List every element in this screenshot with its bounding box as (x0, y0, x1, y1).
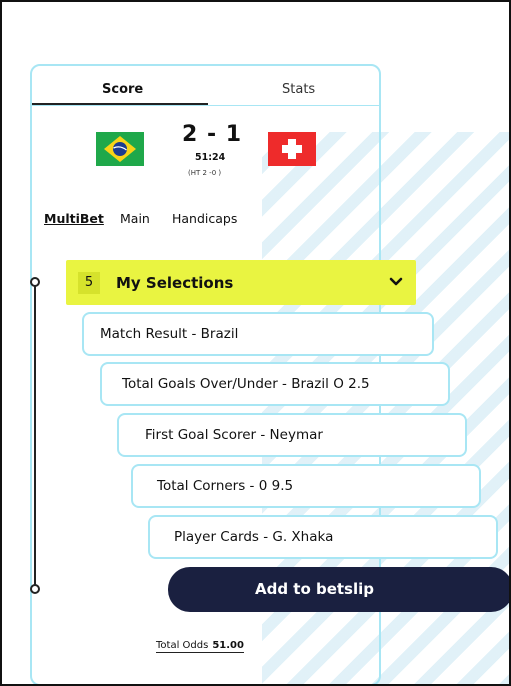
brazil-flag-icon (96, 132, 144, 166)
add-to-betslip-button[interactable]: Add to betslip (168, 567, 509, 612)
selection-item[interactable]: Match Result - Brazil (82, 312, 434, 356)
selection-label: Total Corners - 0 9.5 (157, 478, 294, 494)
top-tabs: Score Stats (32, 66, 379, 106)
total-odds-value: 51.00 (212, 640, 244, 651)
selection-item[interactable]: First Goal Scorer - Neymar (117, 413, 467, 457)
tab-handicaps[interactable]: Handicaps (172, 211, 237, 226)
selection-label: Match Result - Brazil (100, 326, 239, 342)
total-odds: Total Odds 51.00 (156, 640, 244, 653)
half-time-score: (HT 2 -0 ) (188, 169, 222, 177)
tab-stats[interactable]: Stats (282, 82, 315, 97)
tab-active-underline (32, 103, 208, 105)
switzerland-flag-icon (268, 132, 316, 166)
selections-timeline (34, 282, 36, 592)
screen-frame: Score Stats 2 - 1 51:24 (HT 2 -0 ) Multi… (0, 0, 511, 686)
my-selections-header[interactable]: 5 My Selections (66, 260, 416, 305)
add-to-betslip-label: Add to betslip (254, 580, 375, 598)
my-selections-title: My Selections (116, 274, 234, 292)
match-clock: 51:24 (195, 152, 226, 163)
tab-multibet[interactable]: MultiBet (44, 211, 104, 226)
selection-item[interactable]: Total Goals Over/Under - Brazil O 2.5 (100, 362, 450, 406)
total-odds-label: Total Odds (156, 640, 209, 651)
selection-item[interactable]: Player Cards - G. Xhaka (148, 515, 498, 559)
selections-count-badge: 5 (78, 272, 100, 294)
selection-label: Player Cards - G. Xhaka (174, 529, 334, 545)
selection-label: First Goal Scorer - Neymar (145, 427, 323, 443)
timeline-end-dot (30, 584, 40, 594)
match-score: 2 - 1 (182, 122, 243, 147)
selection-label: Total Goals Over/Under - Brazil O 2.5 (122, 376, 370, 392)
tab-score[interactable]: Score (102, 82, 143, 97)
selection-item[interactable]: Total Corners - 0 9.5 (131, 464, 481, 508)
chevron-down-icon[interactable] (388, 274, 404, 290)
timeline-start-dot (30, 277, 40, 287)
tab-main[interactable]: Main (120, 211, 150, 226)
